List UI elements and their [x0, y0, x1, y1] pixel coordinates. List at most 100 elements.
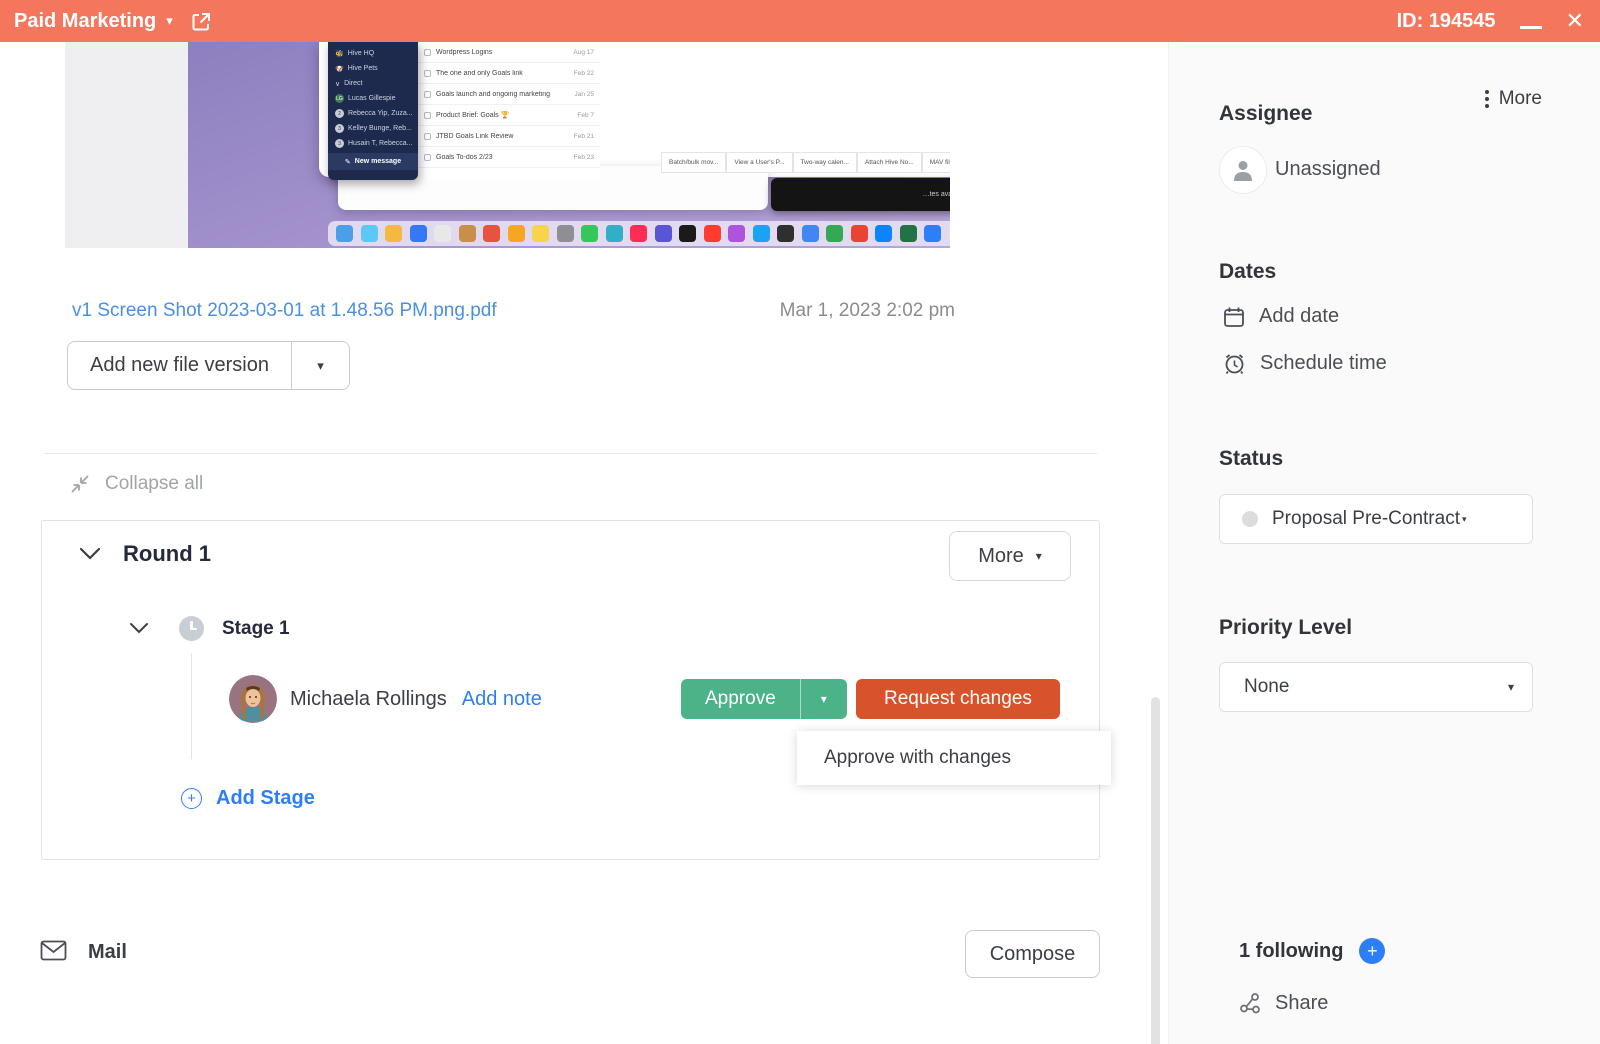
preview-toast: …tes available Review Dismiss [771, 178, 950, 211]
approver-avatar[interactable] [229, 675, 277, 723]
window-header: Paid Marketing ▾ ID: 194545 ✕ [0, 0, 1600, 42]
compose-button[interactable]: Compose [965, 930, 1100, 978]
mail-envelope-icon [40, 940, 67, 961]
priority-select[interactable]: None ▾ [1219, 662, 1533, 712]
dock-icon [409, 225, 427, 242]
status-heading: Status [1219, 447, 1284, 470]
preview-sidebar-item: 3 Husain T, Rebecca... [328, 136, 418, 151]
round-more-button[interactable]: More ▾ [949, 531, 1071, 581]
preview-toolbar-chip: Batch/bulk mov... [661, 152, 727, 173]
stage-title: Stage 1 [222, 617, 290, 639]
preview-mac-dock [328, 221, 950, 246]
approver-row: Michaela Rollings Add note [229, 675, 542, 723]
share-button[interactable]: Share [1239, 992, 1328, 1015]
dock-icon [483, 225, 500, 242]
approve-with-changes-option[interactable]: Approve with changes [824, 747, 1011, 769]
dock-icon [630, 225, 647, 242]
add-follower-button[interactable]: + [1359, 938, 1386, 964]
add-stage-button[interactable]: + Add Stage [181, 787, 315, 810]
schedule-time-button[interactable]: Schedule time [1223, 352, 1387, 375]
dock-icon [703, 225, 721, 242]
dock-icon [360, 225, 378, 242]
dock-icon [850, 225, 868, 242]
dock-icon [605, 225, 623, 242]
dock-icon [679, 225, 696, 242]
dock-icon [826, 225, 843, 242]
dock-icon [434, 225, 451, 242]
file-preview-image[interactable]: Wordpress Logins Aug 17 The one and only G… [65, 42, 950, 248]
assignee-value[interactable]: Unassigned [1275, 158, 1381, 181]
close-icon[interactable]: ✕ [1566, 10, 1584, 32]
preview-sidebar-item: 🐝 Hive HQ [335, 50, 375, 58]
round-more-caret-icon: ▾ [1035, 549, 1042, 563]
preview-desktop-background: Wordpress Logins Aug 17 The one and only G… [188, 42, 950, 248]
round-chevron-icon[interactable] [79, 547, 101, 561]
add-stage-plus-icon: + [181, 788, 202, 809]
project-caret-icon[interactable]: ▾ [166, 13, 173, 29]
status-dot-icon [1242, 511, 1258, 527]
calendar-icon [1223, 306, 1245, 328]
round-title: Round 1 [123, 541, 211, 566]
details-sidebar: More Assignee Unassigned Dates Add date … [1168, 42, 1600, 1044]
round-more-label: More [978, 544, 1024, 567]
dock-icon [336, 225, 353, 242]
dock-icon [728, 225, 745, 242]
stage-chevron-icon[interactable] [129, 622, 149, 635]
add-note-link[interactable]: Add note [462, 688, 542, 711]
preview-toolbar-chip: View a User's P... [726, 152, 793, 173]
mail-label: Mail [88, 941, 127, 963]
assignee-heading: Assignee [1219, 102, 1313, 125]
stage-header[interactable]: Stage 1 [129, 616, 290, 641]
file-name-link[interactable]: v1 Screen Shot 2023-03-01 at 1.48.56 PM.… [72, 300, 497, 322]
collapse-all-label: Collapse all [105, 473, 204, 494]
preview-sidebar-item: 🐶 Hive Pets [335, 65, 378, 73]
collapse-all-button[interactable]: Collapse all [68, 472, 203, 496]
status-caret-icon: ▾ [1461, 513, 1467, 524]
preview-list-row: Product Brief: Goals 🏆 Feb 7 [418, 105, 600, 126]
following-count: 1 following [1239, 939, 1344, 962]
preview-message-list: Wordpress Logins Aug 17 The one and only G… [418, 42, 600, 180]
unassigned-avatar-icon[interactable] [1219, 146, 1267, 194]
following-row: 1 following + [1239, 938, 1386, 964]
dock-icon [654, 225, 672, 242]
dock-icon [801, 225, 819, 242]
add-date-button[interactable]: Add date [1223, 305, 1339, 328]
dock-icon [556, 225, 574, 242]
open-external-icon[interactable] [191, 11, 212, 32]
sidebar-more-button[interactable]: More [1484, 88, 1542, 110]
preview-list-row: Goals launch and ongoing marketing Jan 25 [418, 84, 600, 105]
approve-dropdown-menu: Approve with changes [797, 731, 1111, 785]
request-changes-button[interactable]: Request changes [856, 679, 1060, 719]
toast-text: …tes available [922, 191, 950, 198]
dates-heading: Dates [1219, 260, 1277, 283]
file-meta-row: v1 Screen Shot 2023-03-01 at 1.48.56 PM.… [72, 300, 955, 322]
preview-sidebar-item: ∨ Direct [335, 80, 363, 88]
mail-section: Mail Compose [40, 928, 1100, 980]
dock-icon [924, 225, 941, 242]
project-title[interactable]: Paid Marketing [14, 10, 156, 33]
round-header[interactable]: Round 1 [79, 541, 211, 567]
preview-sidebar-item: ✎ New message [328, 153, 418, 170]
add-file-version-label[interactable]: Add new file version [68, 342, 291, 389]
preview-sidebar-item: 3 Kelley Bunge, Reb... [328, 121, 418, 136]
share-icon [1239, 992, 1262, 1015]
dock-icon [385, 225, 402, 242]
approve-split-button[interactable]: Approve ▾ [681, 679, 847, 719]
status-select[interactable]: Proposal Pre-Contract ▾ [1219, 494, 1533, 544]
add-file-version-caret-icon[interactable]: ▾ [290, 342, 349, 389]
stage-clock-icon [179, 616, 204, 641]
add-stage-label: Add Stage [216, 787, 315, 809]
divider [44, 453, 1097, 454]
preview-list-row: The one and only Goals link Feb 22 [418, 63, 600, 84]
main-content: Wordpress Logins Aug 17 The one and only G… [0, 42, 1168, 1044]
approve-caret-icon[interactable]: ▾ [799, 679, 847, 719]
preview-sidebar-item: LG Lucas Gillespie [335, 94, 396, 103]
dock-icon [752, 225, 770, 242]
add-file-version-button[interactable]: Add new file version ▾ [67, 341, 350, 390]
minimize-icon[interactable] [1519, 25, 1542, 29]
kebab-icon [1484, 90, 1489, 108]
preview-chat-sidebar: 🐝 Hive HQ 🐶 Hive Pets ∨ Direct LG Lucas Gillesp… [328, 42, 418, 180]
main-scrollbar-thumb[interactable] [1151, 697, 1160, 1044]
approve-button[interactable]: Approve [681, 679, 800, 719]
share-label: Share [1275, 992, 1329, 1014]
